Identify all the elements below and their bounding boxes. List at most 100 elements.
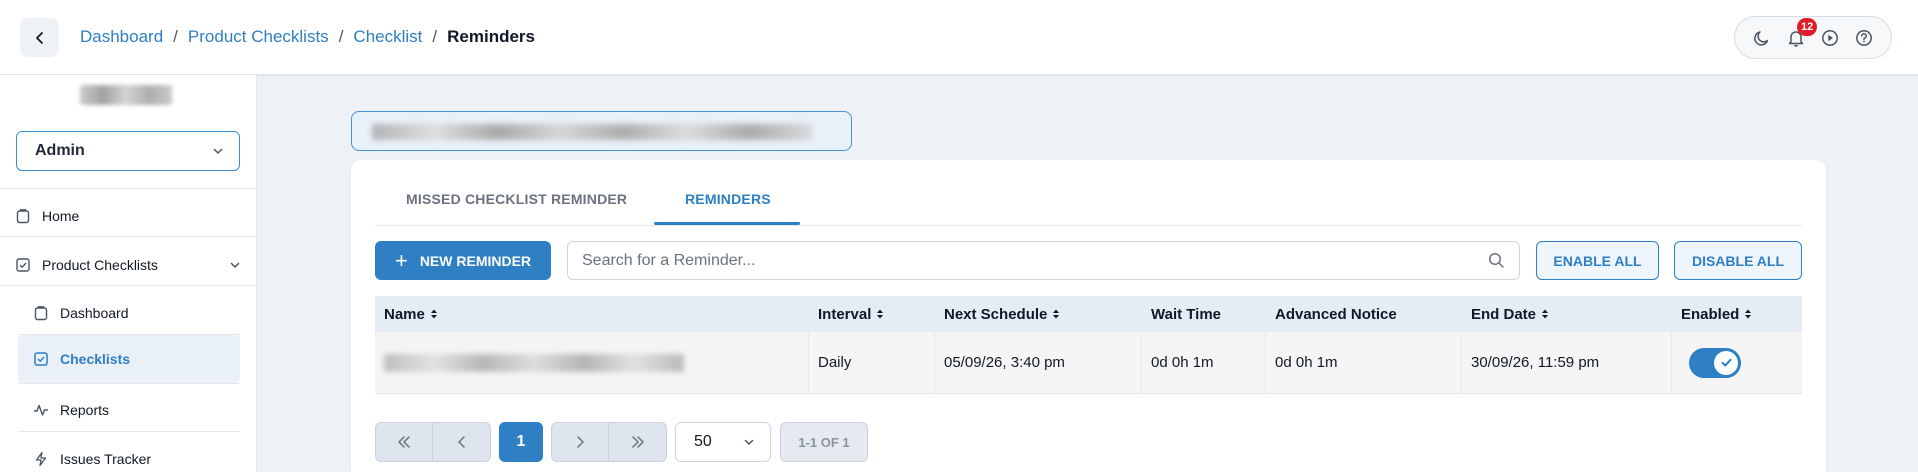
end-date-cell: 30/09/26, 11:59 pm [1462, 332, 1672, 393]
reminder-search-input[interactable] [582, 251, 1488, 270]
top-header: Dashboard / Product Checklists / Checkli… [0, 0, 1918, 75]
moon-icon[interactable] [1751, 27, 1773, 49]
search-icon[interactable] [1488, 252, 1505, 269]
bell-icon[interactable]: 12 [1785, 17, 1818, 49]
active-tab-indicator [654, 222, 800, 225]
reminders-card: MISSED CHECKLIST REMINDER REMINDERS + NE… [351, 160, 1826, 472]
reminder-name-cell[interactable] [375, 332, 809, 393]
checkbox-icon [32, 350, 50, 368]
notification-badge: 12 [1797, 17, 1818, 36]
column-label: Advanced Notice [1275, 305, 1397, 323]
sort-icon[interactable] [1052, 308, 1060, 320]
enabled-toggle[interactable] [1689, 347, 1741, 378]
sidebar-item-reports[interactable]: Reports [32, 398, 240, 422]
sidebar-item-label: Home [42, 208, 80, 224]
sidebar-item-home[interactable]: Home [14, 204, 242, 228]
column-header-wait-time: Wait Time [1142, 296, 1266, 332]
next-page-button[interactable] [551, 422, 609, 462]
chevron-down-icon [213, 148, 223, 155]
clipboard-icon [32, 304, 50, 322]
reminders-table: Name Interval Next Schedule Wait Time Ad… [375, 296, 1802, 394]
sidebar-divider [18, 431, 240, 432]
check-icon [1721, 358, 1731, 367]
tab-reminders[interactable]: REMINDERS [685, 191, 771, 207]
lightning-icon [32, 450, 50, 468]
sidebar-item-label: Dashboard [60, 305, 129, 321]
current-page-button[interactable]: 1 [499, 422, 543, 462]
chevron-left-icon [457, 436, 465, 448]
double-chevron-left-icon [398, 436, 410, 448]
breadcrumb-product-checklists[interactable]: Product Checklists [188, 27, 329, 47]
last-page-button[interactable] [609, 422, 667, 462]
breadcrumb-dashboard[interactable]: Dashboard [80, 27, 163, 47]
role-select[interactable]: Admin [16, 131, 240, 171]
new-reminder-button[interactable]: + NEW REMINDER [375, 241, 551, 280]
checkbox-icon [14, 256, 32, 274]
sidebar-item-issues-tracker[interactable]: Issues Tracker [32, 447, 240, 471]
wait-time-cell: 0d 0h 1m [1142, 332, 1266, 393]
table-row[interactable]: Daily 05/09/26, 3:40 pm 0d 0h 1m 0d 0h 1… [375, 332, 1802, 394]
page-size-value: 50 [694, 433, 712, 450]
back-button[interactable] [20, 18, 59, 57]
sidebar-item-label: Issues Tracker [60, 451, 152, 467]
sort-icon[interactable] [430, 308, 438, 320]
chevron-down-icon [744, 439, 754, 446]
column-label: Interval [818, 305, 872, 323]
enable-all-button[interactable]: ENABLE ALL [1536, 241, 1659, 280]
tab-bar: MISSED CHECKLIST REMINDER REMINDERS [375, 160, 1802, 226]
column-label: Enabled [1681, 305, 1740, 323]
column-header-advanced-notice: Advanced Notice [1266, 296, 1462, 332]
sidebar-item-checklists[interactable]: Checklists [18, 335, 240, 383]
sidebar-divider [0, 188, 257, 189]
sidebar-divider [18, 383, 240, 384]
disable-all-button[interactable]: DISABLE ALL [1674, 241, 1802, 280]
table-header: Name Interval Next Schedule Wait Time Ad… [375, 296, 1802, 332]
sidebar-item-label: Reports [60, 402, 110, 418]
help-icon[interactable] [1853, 27, 1875, 49]
sidebar-divider [0, 285, 257, 286]
column-header-enabled[interactable]: Enabled [1672, 296, 1802, 332]
column-header-interval[interactable]: Interval [809, 296, 935, 332]
breadcrumb-separator: / [338, 27, 344, 46]
reminder-search-box [567, 241, 1520, 280]
chevron-right-icon [577, 436, 584, 448]
toggle-knob [1714, 350, 1738, 375]
breadcrumb: Dashboard / Product Checklists / Checkli… [80, 27, 535, 47]
reminder-name-redacted [384, 353, 684, 372]
plus-icon: + [394, 247, 408, 273]
sidebar-item-label: Product Checklists [42, 257, 158, 273]
next-schedule-cell: 05/09/26, 3:40 pm [935, 332, 1142, 393]
breadcrumb-checklist[interactable]: Checklist [353, 27, 422, 47]
page-size-select[interactable]: 50 [675, 422, 771, 462]
page-range-indicator: 1-1 OF 1 [780, 422, 868, 462]
breadcrumb-current: Reminders [447, 27, 535, 46]
checklist-title-redacted [372, 124, 812, 140]
first-page-button[interactable] [375, 422, 433, 462]
sidebar-item-dashboard[interactable]: Dashboard [32, 301, 240, 325]
new-reminder-label: NEW REMINDER [419, 252, 532, 269]
sidebar-item-product-checklists[interactable]: Product Checklists [14, 253, 242, 277]
play-icon[interactable] [1819, 27, 1841, 49]
header-tools: 12 [1734, 16, 1892, 59]
previous-page-button[interactable] [433, 422, 491, 462]
column-label: Wait Time [1151, 305, 1222, 323]
tab-missed-checklist-reminder[interactable]: MISSED CHECKLIST REMINDER [406, 191, 627, 207]
sidebar-item-label: Checklists [60, 351, 131, 367]
column-header-next-schedule[interactable]: Next Schedule [935, 296, 1142, 332]
advanced-notice-cell: 0d 0h 1m [1266, 332, 1462, 393]
sort-icon[interactable] [876, 308, 884, 320]
column-label: End Date [1471, 305, 1537, 323]
enabled-cell [1672, 332, 1802, 393]
breadcrumb-separator: / [432, 27, 438, 46]
column-label: Name [384, 305, 425, 323]
double-chevron-right-icon [631, 436, 644, 448]
clipboard-icon [14, 207, 32, 225]
sort-icon[interactable] [1541, 308, 1549, 320]
column-header-name[interactable]: Name [375, 296, 809, 332]
sort-icon[interactable] [1744, 308, 1752, 320]
interval-cell: Daily [809, 332, 935, 393]
chevron-left-icon [35, 31, 43, 44]
pagination: 1 50 1-1 OF 1 [375, 422, 868, 462]
column-header-end-date[interactable]: End Date [1462, 296, 1672, 332]
sidebar: Admin Home Product Checklists Dashboard … [0, 75, 257, 472]
